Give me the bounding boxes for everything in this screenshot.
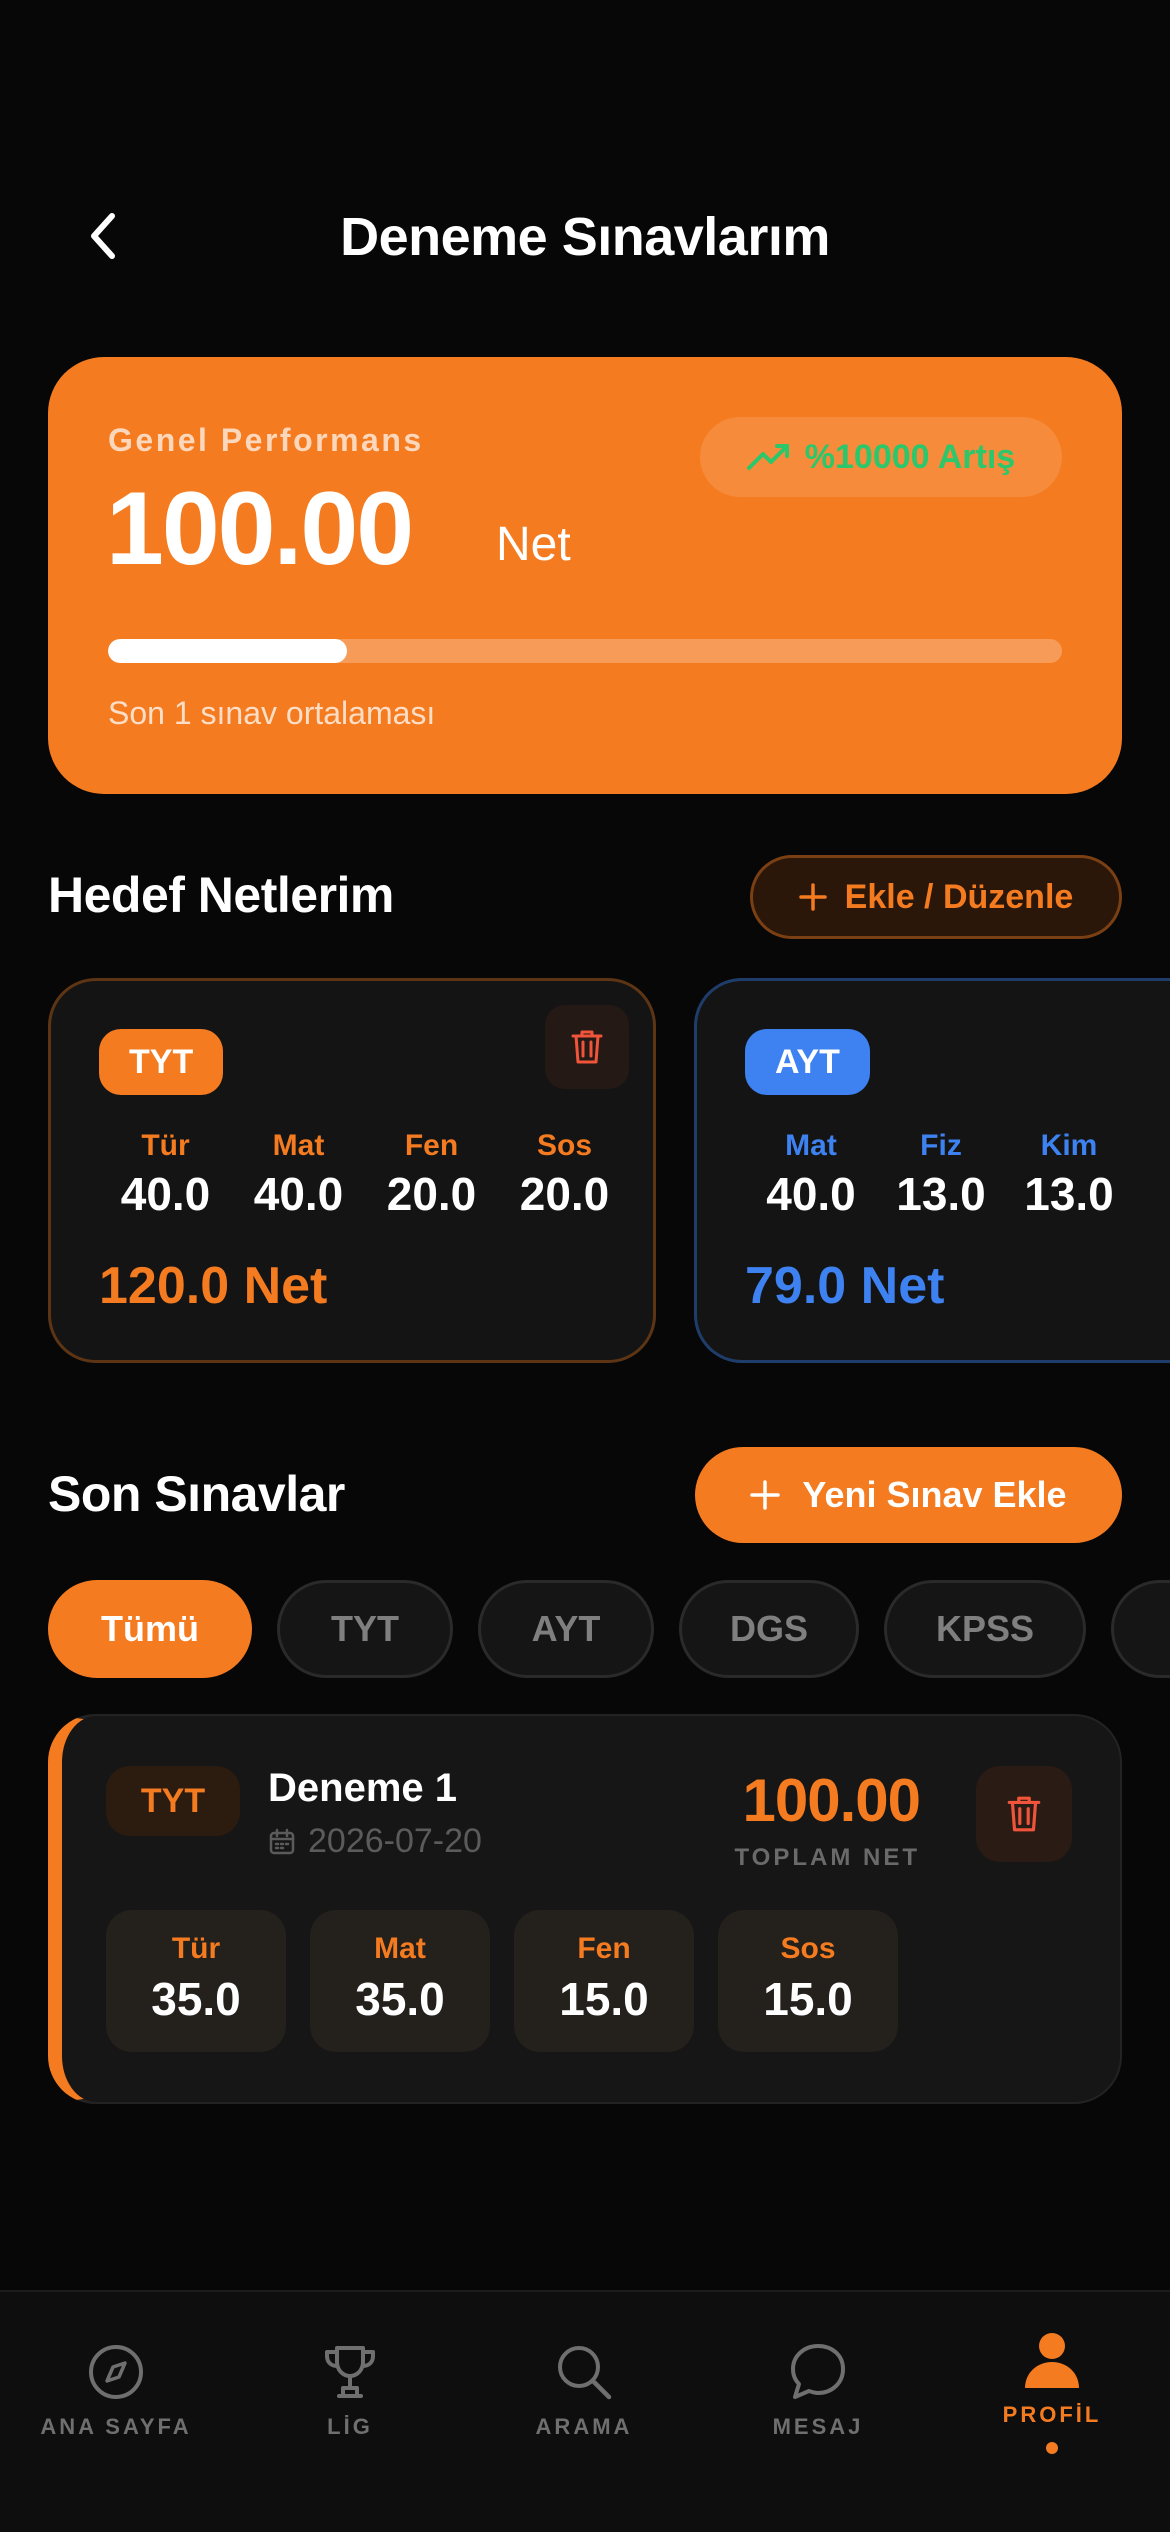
top-nav: Deneme Sınavlarım bbox=[0, 190, 1170, 282]
trash-icon bbox=[1007, 1796, 1041, 1832]
trophy-icon bbox=[325, 2346, 375, 2398]
goal-subject-label: Sos bbox=[536, 1129, 593, 1162]
exam-subject: Tür 35.0 bbox=[106, 1910, 286, 2052]
goal-card-tyt[interactable]: TYT Tür 40.0 Mat 40.0 Fen 20.0 Sos 20.0 … bbox=[48, 978, 656, 1363]
exam-subject-label: Fen bbox=[577, 1932, 631, 1965]
goal-subject-value: 13.0 bbox=[1024, 1168, 1114, 1220]
bottom-tab-bar: ANA SAYFA LİG ARAMA MESAJ PROFİL bbox=[0, 2290, 1170, 2532]
performance-unit: Net bbox=[496, 518, 571, 571]
plus-icon bbox=[798, 883, 827, 911]
exam-title: Deneme 1 bbox=[268, 1766, 457, 1810]
performance-caption: Son 1 sınav ortalaması bbox=[108, 695, 436, 731]
chat-bubble-icon bbox=[791, 2344, 845, 2399]
trending-up-icon bbox=[746, 444, 789, 470]
page-title: Deneme Sınavlarım bbox=[340, 207, 830, 267]
search-icon bbox=[558, 2346, 612, 2400]
exam-date-text: 2026-07-20 bbox=[308, 1822, 482, 1860]
goal-card-ayt[interactable]: AYT Mat 40.0 Fiz 13.0 Kim 13.0 79.0 Net bbox=[694, 978, 1170, 1363]
performance-progress-fill bbox=[108, 639, 347, 663]
goal-subject-value: 20.0 bbox=[386, 1168, 477, 1220]
exam-subject-label: Mat bbox=[374, 1932, 426, 1965]
exam-type-badge: TYT bbox=[106, 1766, 240, 1836]
add-exam-button[interactable]: Yeni Sınav Ekle bbox=[695, 1447, 1122, 1543]
goal-subject-label: Tür bbox=[141, 1129, 190, 1162]
filter-chip-all[interactable]: Tümü bbox=[48, 1580, 252, 1678]
compass-icon bbox=[89, 2345, 143, 2399]
exam-subject-value: 15.0 bbox=[763, 1973, 853, 2025]
tab-messages[interactable]: MESAJ bbox=[718, 2340, 918, 2440]
goal-total: 120.0 Net bbox=[99, 1257, 328, 1315]
exam-subject-label: Sos bbox=[780, 1932, 836, 1965]
tab-messages-label: MESAJ bbox=[772, 2414, 864, 2439]
tab-league[interactable]: LİG bbox=[250, 2340, 450, 2440]
increase-badge: %10000 Artış bbox=[700, 417, 1062, 497]
goal-subject-label: Mat bbox=[272, 1129, 325, 1162]
goal-subject-label: Mat bbox=[785, 1129, 837, 1162]
filter-chip-kpss[interactable]: KPSS bbox=[884, 1580, 1086, 1678]
exam-subject: Mat 35.0 bbox=[310, 1910, 490, 2052]
goals-title: Hedef Netlerim bbox=[48, 867, 394, 923]
edit-goals-button[interactable]: Ekle / Düzenle bbox=[750, 855, 1122, 939]
goal-subject-label: Kim bbox=[1040, 1129, 1098, 1162]
exam-subject-value: 35.0 bbox=[355, 1973, 445, 2025]
tab-league-label: LİG bbox=[327, 2414, 373, 2439]
goal-total: 79.0 Net bbox=[745, 1257, 945, 1315]
trash-icon bbox=[571, 1030, 603, 1064]
recent-exams-title: Son Sınavlar bbox=[48, 1466, 345, 1522]
exam-subject: Sos 15.0 bbox=[718, 1910, 898, 2052]
edit-goals-label: Ekle / Düzenle bbox=[844, 877, 1074, 916]
goal-subject-label: Fen bbox=[404, 1129, 459, 1162]
filter-chip-tyt[interactable]: TYT bbox=[277, 1580, 453, 1678]
goal-subjects: Mat 40.0 Fiz 13.0 Kim 13.0 bbox=[745, 1129, 1133, 1221]
goal-subject-value: 40.0 bbox=[253, 1168, 344, 1220]
goal-subject-label: Fiz bbox=[920, 1129, 962, 1162]
exam-filter-chips: Tümü TYT AYT DGS KPSS bbox=[48, 1580, 1170, 1678]
exam-subject: Fen 15.0 bbox=[514, 1910, 694, 2052]
plus-icon bbox=[750, 1480, 781, 1510]
exam-subject-value: 35.0 bbox=[151, 1973, 241, 2025]
goal-type-badge: AYT bbox=[745, 1029, 870, 1095]
exam-total-net: 100.00 bbox=[742, 1767, 921, 1834]
goal-subject-value: 20.0 bbox=[519, 1168, 610, 1220]
performance-progress bbox=[108, 639, 1062, 663]
performance-label: Genel Performans bbox=[108, 422, 424, 458]
exam-subjects: Tür 35.0 Mat 35.0 Fen 15.0 Sos 15.0 bbox=[106, 1910, 898, 2052]
goal-subject: Mat 40.0 bbox=[232, 1129, 365, 1221]
tab-profile[interactable]: PROFİL bbox=[952, 2328, 1152, 2454]
exam-subject-value: 15.0 bbox=[559, 1973, 649, 2025]
performance-value: 100.00 bbox=[106, 471, 414, 587]
delete-exam-button[interactable] bbox=[976, 1766, 1072, 1862]
goal-subject: Kim 13.0 bbox=[1005, 1129, 1133, 1221]
exam-date: 2026-07-20 bbox=[268, 1822, 482, 1861]
goal-subject-value: 40.0 bbox=[766, 1168, 856, 1220]
exam-card[interactable]: TYT Deneme 1 2026-07-20 100.00 TOPLAM NE… bbox=[48, 1714, 1122, 2104]
goal-subject: Fiz 13.0 bbox=[877, 1129, 1005, 1221]
exam-total-net-label: TOPLAM NET bbox=[734, 1844, 920, 1871]
goal-subject-value: 40.0 bbox=[120, 1168, 211, 1220]
active-tab-indicator bbox=[1046, 2442, 1058, 2454]
filter-chip-more[interactable] bbox=[1111, 1580, 1170, 1678]
goal-subject-value: 13.0 bbox=[896, 1168, 986, 1220]
delete-goal-button[interactable] bbox=[545, 1005, 629, 1089]
performance-card: Genel Performans 100.00 Net %10000 Artış… bbox=[48, 357, 1122, 794]
exam-subject-label: Tür bbox=[171, 1932, 221, 1965]
tab-search-label: ARAMA bbox=[535, 2414, 633, 2439]
calendar-icon bbox=[269, 1828, 295, 1854]
goal-subject: Mat 40.0 bbox=[745, 1129, 877, 1221]
goal-subject: Tür 40.0 bbox=[99, 1129, 232, 1221]
goal-type-badge: TYT bbox=[99, 1029, 224, 1095]
tab-profile-label: PROFİL bbox=[1002, 2402, 1102, 2427]
goal-subject: Sos 20.0 bbox=[498, 1129, 631, 1221]
tab-home-label: ANA SAYFA bbox=[40, 2414, 192, 2439]
add-exam-label: Yeni Sınav Ekle bbox=[802, 1474, 1067, 1515]
tab-home[interactable]: ANA SAYFA bbox=[16, 2340, 216, 2440]
increase-badge-text: %10000 Artış bbox=[804, 437, 1016, 476]
filter-chip-dgs[interactable]: DGS bbox=[679, 1580, 859, 1678]
goal-subjects: Tür 40.0 Mat 40.0 Fen 20.0 Sos 20.0 bbox=[99, 1129, 631, 1221]
goal-subject: Fen 20.0 bbox=[365, 1129, 498, 1221]
filter-chip-ayt[interactable]: AYT bbox=[478, 1580, 654, 1678]
user-icon bbox=[1025, 2333, 1079, 2388]
tab-search[interactable]: ARAMA bbox=[484, 2340, 684, 2440]
